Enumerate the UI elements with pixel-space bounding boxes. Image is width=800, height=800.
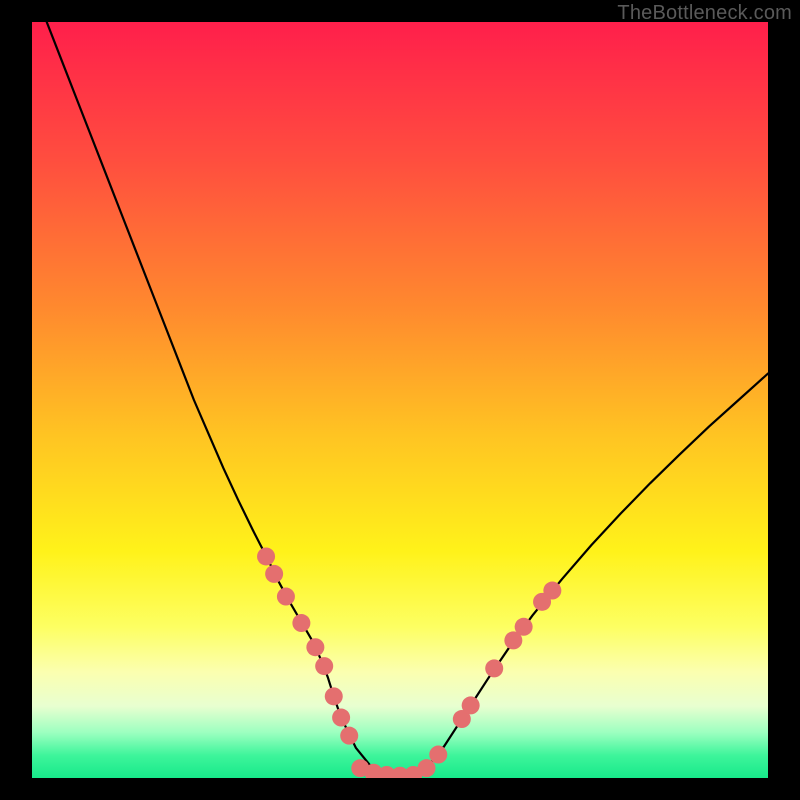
plot-area [32, 22, 768, 778]
marker-dot [485, 659, 503, 677]
marker-dot [306, 638, 324, 656]
marker-dot [332, 709, 350, 727]
gradient-bg [32, 22, 768, 778]
marker-dot [418, 759, 436, 777]
chart-frame: TheBottleneck.com [0, 0, 800, 800]
marker-dot [292, 614, 310, 632]
chart-svg [32, 22, 768, 778]
marker-dot [265, 565, 283, 583]
marker-dot [515, 618, 533, 636]
marker-dot [340, 727, 358, 745]
marker-dot [429, 746, 447, 764]
marker-dot [277, 588, 295, 606]
marker-dot [543, 582, 561, 600]
marker-dot [462, 696, 480, 714]
marker-dot [315, 657, 333, 675]
marker-dot [257, 547, 275, 565]
marker-dot [325, 687, 343, 705]
